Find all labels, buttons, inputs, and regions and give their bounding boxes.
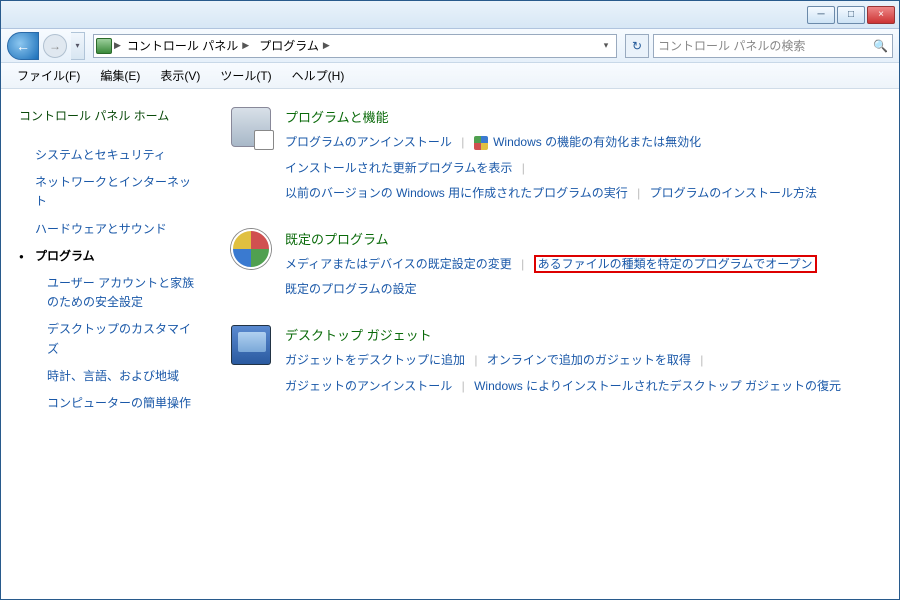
menubar: ファイル(F) 編集(E) 表示(V) ツール(T) ヘルプ(H) <box>1 63 899 89</box>
maximize-button[interactable]: □ <box>837 6 865 24</box>
window-controls: ─ □ × <box>807 6 895 24</box>
sidebar: コントロール パネル ホーム システムとセキュリティ ネットワークとインターネッ… <box>1 89 211 599</box>
menu-edit[interactable]: 編集(E) <box>92 65 148 86</box>
breadcrumb-label: プログラム <box>259 37 319 54</box>
separator: | <box>461 135 464 149</box>
separator: | <box>474 353 477 367</box>
back-button[interactable]: ← <box>7 32 39 60</box>
link-how-to-install[interactable]: プログラムのインストール方法 <box>650 186 817 200</box>
search-icon[interactable]: 🔍 <box>873 39 888 53</box>
link-line: 以前のバージョンの Windows 用に作成されたプログラムの実行 | プログラ… <box>285 183 879 205</box>
history-dropdown[interactable]: ▾ <box>71 32 85 60</box>
refresh-button[interactable]: ↻ <box>625 34 649 58</box>
link-uninstall-gadget[interactable]: ガジェットのアンインストール <box>285 379 452 393</box>
breadcrumb-item[interactable]: プログラム ▶ <box>255 37 334 54</box>
menu-file[interactable]: ファイル(F) <box>9 65 88 86</box>
sidebar-item-system[interactable]: システムとセキュリティ <box>19 142 201 169</box>
menu-help[interactable]: ヘルプ(H) <box>284 65 353 86</box>
chevron-right-icon: ▶ <box>323 40 330 51</box>
separator: | <box>462 379 465 393</box>
section-body: 既定のプログラム メディアまたはデバイスの既定設定の変更 | あるファイルの種類… <box>285 229 879 305</box>
close-button[interactable]: × <box>867 6 895 24</box>
sidebar-item-network[interactable]: ネットワークとインターネット <box>19 169 201 215</box>
menu-view[interactable]: 表示(V) <box>152 65 208 86</box>
sidebar-item-ease[interactable]: コンピューターの簡単操作 <box>19 390 201 417</box>
link-line: ガジェットをデスクトップに追加 | オンラインで追加のガジェットを取得 | <box>285 350 879 372</box>
sidebar-item-clock[interactable]: 時計、言語、および地域 <box>19 363 201 390</box>
chevron-right-icon: ▶ <box>242 40 249 51</box>
section-programs: プログラムと機能 プログラムのアンインストール | Windows の機能の有効… <box>231 107 879 209</box>
section-gadgets: デスクトップ ガジェット ガジェットをデスクトップに追加 | オンラインで追加の… <box>231 325 879 401</box>
link-line: 既定のプログラムの設定 <box>285 279 879 301</box>
content: プログラムと機能 プログラムのアンインストール | Windows の機能の有効… <box>211 89 899 599</box>
address-dropdown[interactable]: ▾ <box>598 40 614 51</box>
sidebar-item-programs[interactable]: プログラム <box>19 243 201 270</box>
minimize-button[interactable]: ─ <box>807 6 835 24</box>
control-panel-icon <box>96 38 112 54</box>
section-defaults: 既定のプログラム メディアまたはデバイスの既定設定の変更 | あるファイルの種類… <box>231 229 879 305</box>
window: ─ □ × ← → ▾ ▶ コントロール パネル ▶ プログラム ▶ ▾ ↻ コント… <box>0 0 900 600</box>
sidebar-item-desktop[interactable]: デスクトップのカスタマイズ <box>19 316 201 362</box>
body: コントロール パネル ホーム システムとセキュリティ ネットワークとインターネッ… <box>1 89 899 599</box>
link-restore-gadgets[interactable]: Windows によりインストールされたデスクトップ ガジェットの復元 <box>474 379 841 393</box>
search-input[interactable]: コントロール パネルの検索 🔍 <box>653 34 893 58</box>
link-default-programs-settings[interactable]: 既定のプログラムの設定 <box>285 282 417 296</box>
section-title-defaults[interactable]: 既定のプログラム <box>285 229 879 248</box>
address-bar[interactable]: ▶ コントロール パネル ▶ プログラム ▶ ▾ <box>93 34 617 58</box>
link-line: メディアまたはデバイスの既定設定の変更 | あるファイルの種類を特定のプログラム… <box>285 254 879 276</box>
separator: | <box>700 353 703 367</box>
separator: | <box>522 161 525 175</box>
section-body: プログラムと機能 プログラムのアンインストール | Windows の機能の有効… <box>285 107 879 209</box>
link-installed-updates[interactable]: インストールされた更新プログラムを表示 <box>285 161 512 175</box>
link-online-gadgets[interactable]: オンラインで追加のガジェットを取得 <box>487 353 691 367</box>
section-title-programs[interactable]: プログラムと機能 <box>285 107 879 126</box>
navbar: ← → ▾ ▶ コントロール パネル ▶ プログラム ▶ ▾ ↻ コントロール パネ… <box>1 29 899 63</box>
separator: | <box>637 186 640 200</box>
section-body: デスクトップ ガジェット ガジェットをデスクトップに追加 | オンラインで追加の… <box>285 325 879 401</box>
section-title-gadgets[interactable]: デスクトップ ガジェット <box>285 325 879 344</box>
chevron-right-icon: ▶ <box>114 40 121 51</box>
link-filetype-open-with[interactable]: あるファイルの種類を特定のプログラムでオープン <box>534 255 817 273</box>
link-windows-features[interactable]: Windows の機能の有効化または無効化 <box>493 135 701 149</box>
breadcrumb-label: コントロール パネル <box>127 37 238 54</box>
link-legacy-programs[interactable]: 以前のバージョンの Windows 用に作成されたプログラムの実行 <box>285 186 628 200</box>
link-line: インストールされた更新プログラムを表示 | <box>285 158 879 180</box>
programs-features-icon <box>231 107 271 147</box>
link-add-gadget[interactable]: ガジェットをデスクトップに追加 <box>285 353 465 367</box>
shield-icon <box>474 136 488 150</box>
sidebar-item-accounts[interactable]: ユーザー アカウントと家族のための安全設定 <box>19 270 201 316</box>
sidebar-item-hardware[interactable]: ハードウェアとサウンド <box>19 216 201 243</box>
menu-tools[interactable]: ツール(T) <box>212 65 279 86</box>
link-media-device-defaults[interactable]: メディアまたはデバイスの既定設定の変更 <box>285 257 512 271</box>
default-programs-icon <box>231 229 271 269</box>
forward-button[interactable]: → <box>43 34 67 58</box>
link-line: ガジェットのアンインストール | Windows によりインストールされたデスク… <box>285 376 879 398</box>
sidebar-list: システムとセキュリティ ネットワークとインターネット ハードウェアとサウンド プ… <box>19 142 201 417</box>
search-placeholder: コントロール パネルの検索 <box>658 37 805 54</box>
separator: | <box>521 257 524 271</box>
link-line: プログラムのアンインストール | Windows の機能の有効化または無効化 <box>285 132 879 154</box>
breadcrumb-item[interactable]: コントロール パネル ▶ <box>123 37 253 54</box>
link-uninstall-program[interactable]: プログラムのアンインストール <box>285 135 452 149</box>
titlebar: ─ □ × <box>1 1 899 29</box>
control-panel-home-link[interactable]: コントロール パネル ホーム <box>19 107 201 124</box>
desktop-gadgets-icon <box>231 325 271 365</box>
